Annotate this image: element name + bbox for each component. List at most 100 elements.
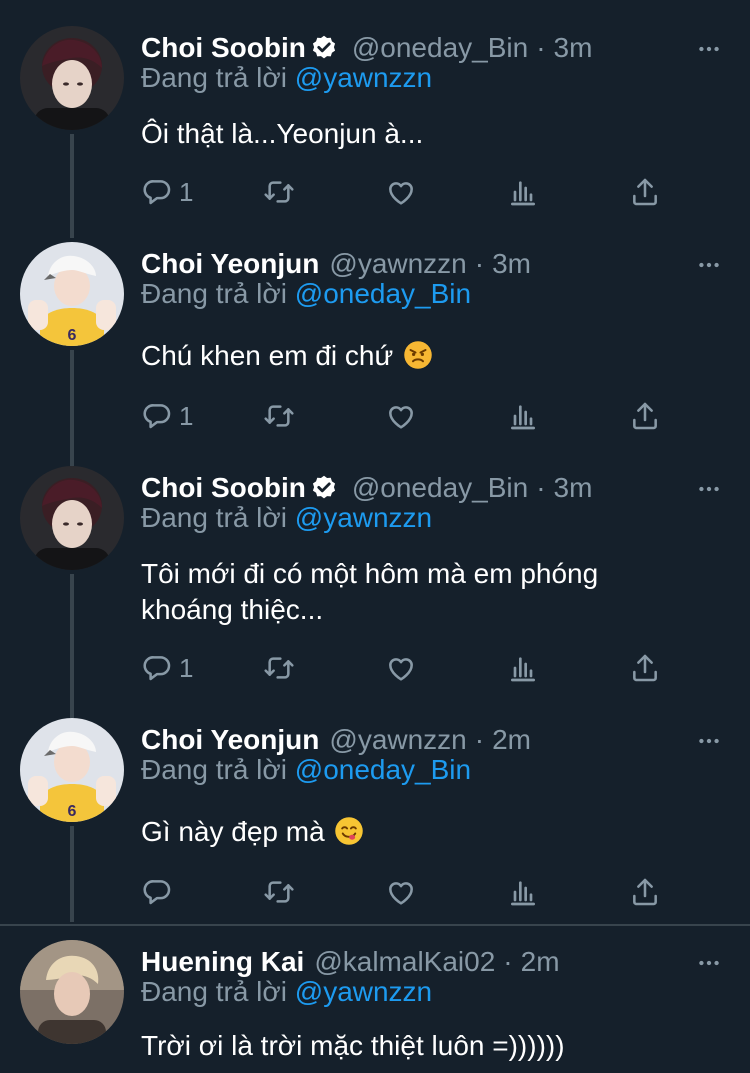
separator: · (536, 472, 546, 503)
more-icon[interactable] (696, 950, 722, 976)
like-button[interactable] (385, 650, 417, 686)
reply-prefix: Đang trả lời (141, 62, 287, 93)
tweet[interactable]: Choi Yeonjun @yawnzzn · 3m Đang trả lời … (0, 242, 750, 442)
reply-icon (141, 176, 173, 208)
separator: · (474, 248, 485, 279)
avatar[interactable] (20, 26, 124, 130)
share-icon (629, 176, 661, 208)
tweet-text-content: Ôi thật là...Yeonjun à... (141, 118, 424, 149)
reply-button[interactable]: 1 (141, 650, 193, 686)
more-icon[interactable] (696, 476, 722, 502)
avatar[interactable] (20, 242, 124, 346)
user-handle[interactable]: @kalmalKai02 (314, 946, 495, 978)
share-button[interactable] (629, 174, 661, 210)
avatar[interactable] (20, 466, 124, 570)
user-handle[interactable]: @yawnzzn (329, 724, 466, 756)
yum-face-emoji (334, 816, 364, 846)
mention-link[interactable]: @oneday_Bin (295, 278, 471, 309)
like-icon (385, 400, 417, 432)
replying-to: Đang trả lời @oneday_Bin (141, 754, 471, 786)
more-icon[interactable] (696, 252, 722, 278)
verified-badge-icon (310, 474, 338, 502)
retweet-icon (263, 400, 295, 432)
like-icon (385, 876, 417, 908)
analytics-icon (507, 400, 539, 432)
mention-link[interactable]: @yawnzzn (295, 62, 432, 93)
separator: · (503, 946, 513, 977)
user-handle[interactable]: @oneday_Bin (352, 32, 528, 64)
verified-badge-icon (310, 34, 338, 62)
share-button[interactable] (629, 874, 661, 910)
reply-count: 1 (179, 652, 194, 683)
reply-prefix: Đang trả lời (141, 278, 287, 309)
like-button[interactable] (385, 398, 417, 434)
more-icon[interactable] (696, 728, 722, 754)
display-name[interactable]: Choi Yeonjun (141, 248, 319, 280)
display-name[interactable]: Choi Soobin (141, 32, 306, 64)
reply-count: 1 (179, 176, 194, 207)
display-name[interactable]: Choi Soobin (141, 472, 306, 504)
display-name[interactable]: Huening Kai (141, 946, 304, 978)
retweet-button[interactable] (263, 174, 295, 210)
reply-icon (141, 400, 173, 432)
reply-prefix: Đang trả lời (141, 976, 287, 1007)
reply-button[interactable]: 1 (141, 174, 193, 210)
share-button[interactable] (629, 650, 661, 686)
analytics-button[interactable] (507, 174, 539, 210)
tweet[interactable]: Choi Yeonjun @yawnzzn · 2m Đang trả lời … (0, 718, 750, 918)
reply-icon (141, 652, 173, 684)
tweet[interactable]: Choi Soobin @oneday_Bin · 3m Đang trả lờ… (0, 466, 750, 706)
timestamp[interactable]: 3m (554, 32, 593, 64)
reply-prefix: Đang trả lời (141, 502, 287, 533)
action-bar: 1 (141, 398, 681, 434)
tweet-text-content: Tôi mới đi có một hôm mà em phóng khoáng… (141, 558, 599, 625)
separator: · (474, 724, 485, 755)
like-button[interactable] (385, 874, 417, 910)
retweet-button[interactable] (263, 398, 295, 434)
timestamp[interactable]: 2m (521, 946, 560, 978)
display-name[interactable]: Choi Yeonjun (141, 724, 319, 756)
share-icon (629, 876, 661, 908)
tweet[interactable]: Choi Soobin @oneday_Bin · 3m Đang trả lờ… (0, 26, 750, 226)
tweet-text: Chú khen em đi chứ (141, 338, 701, 374)
share-button[interactable] (629, 398, 661, 434)
retweet-icon (263, 876, 295, 908)
replying-to: Đang trả lời @yawnzzn (141, 976, 432, 1008)
like-button[interactable] (385, 174, 417, 210)
angry-face-emoji (403, 340, 433, 370)
user-handle[interactable]: @yawnzzn (329, 248, 466, 280)
tweet-text: Gì này đẹp mà (141, 814, 701, 850)
timestamp[interactable]: 2m (492, 724, 531, 756)
more-icon[interactable] (696, 36, 722, 62)
tweet-text: Trời ơi là trời mặc thiệt luôn =)))))) (141, 1028, 701, 1064)
analytics-button[interactable] (507, 874, 539, 910)
user-handle[interactable]: @oneday_Bin (352, 472, 528, 504)
like-icon (385, 176, 417, 208)
replying-to: Đang trả lời @yawnzzn (141, 502, 432, 534)
mention-link[interactable]: @yawnzzn (295, 502, 432, 533)
mention-link[interactable]: @oneday_Bin (295, 754, 471, 785)
like-icon (385, 652, 417, 684)
separator: · (536, 32, 546, 63)
retweet-button[interactable] (263, 650, 295, 686)
tweet-text: Ôi thật là...Yeonjun à... (141, 116, 701, 152)
avatar[interactable] (20, 940, 124, 1044)
reply-button[interactable]: 1 (141, 398, 193, 434)
analytics-button[interactable] (507, 650, 539, 686)
thread-divider (0, 924, 750, 926)
reply-button[interactable] (141, 874, 173, 910)
retweet-button[interactable] (263, 874, 295, 910)
retweet-icon (263, 176, 295, 208)
tweet-text-content: Gì này đẹp mà (141, 816, 325, 847)
analytics-button[interactable] (507, 398, 539, 434)
action-bar: 1 (141, 174, 681, 210)
mention-link[interactable]: @yawnzzn (295, 976, 432, 1007)
analytics-icon (507, 652, 539, 684)
replying-to: Đang trả lời @oneday_Bin (141, 278, 471, 310)
tweet-text: Tôi mới đi có một hôm mà em phóng khoáng… (141, 556, 681, 628)
tweet[interactable]: Huening Kai @kalmalKai02 · 2m Đang trả l… (0, 940, 750, 1073)
avatar[interactable] (20, 718, 124, 822)
timestamp[interactable]: 3m (492, 248, 531, 280)
timestamp[interactable]: 3m (554, 472, 593, 504)
analytics-icon (507, 876, 539, 908)
